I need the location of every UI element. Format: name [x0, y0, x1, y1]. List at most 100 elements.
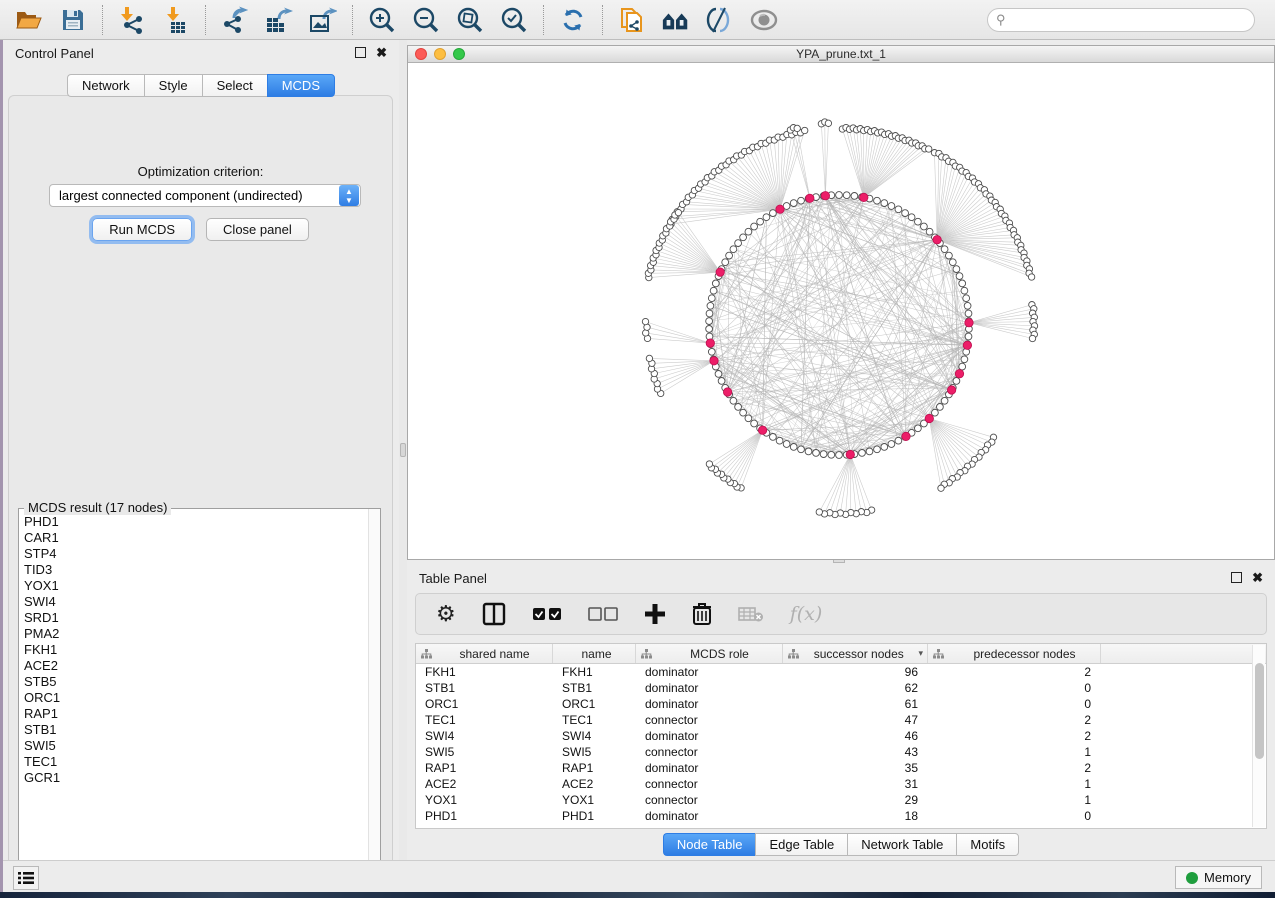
graph-node[interactable] [895, 206, 902, 213]
table-row[interactable]: ACE2ACE2connector311 [416, 776, 1266, 792]
tab-style[interactable]: Style [144, 74, 202, 97]
graph-node[interactable] [836, 192, 843, 199]
column-header-MCDS-role[interactable]: MCDS role [636, 644, 783, 663]
criterion-dropdown[interactable]: largest connected component (undirected)… [49, 184, 361, 207]
zoom-selected-icon[interactable] [499, 5, 529, 35]
table-row[interactable]: SWI5SWI5connector431 [416, 744, 1266, 760]
graph-node[interactable] [710, 287, 717, 294]
graph-node[interactable] [828, 451, 835, 458]
table-row[interactable]: SWI4SWI4dominator462 [416, 728, 1266, 744]
graph-node[interactable] [770, 210, 777, 217]
graph-node[interactable] [790, 444, 797, 451]
search-input[interactable] [987, 8, 1255, 32]
delete-column-icon[interactable] [692, 599, 712, 629]
add-column-icon[interactable] [644, 599, 666, 629]
table-row[interactable]: RAP1RAP1dominator352 [416, 760, 1266, 776]
graph-node[interactable] [802, 127, 808, 133]
mcds-result-item[interactable]: TID3 [24, 562, 367, 578]
graph-hub-node[interactable] [947, 386, 955, 394]
mcds-result-item[interactable]: YOX1 [24, 578, 367, 594]
table-row[interactable]: STB1STB1dominator620 [416, 680, 1266, 696]
graph-node[interactable] [921, 223, 928, 230]
graph-hub-node[interactable] [860, 193, 868, 201]
column-header-predecessor-nodes[interactable]: predecessor nodes [928, 644, 1101, 663]
graph-node[interactable] [740, 234, 747, 241]
graph-node[interactable] [745, 415, 752, 422]
tab-mcds[interactable]: MCDS [267, 74, 335, 97]
graph-node[interactable] [706, 318, 713, 325]
graph-node[interactable] [915, 218, 922, 225]
run-mcds-button[interactable]: Run MCDS [92, 218, 192, 241]
graph-hub-node[interactable] [758, 426, 766, 434]
table-scrollbar-thumb[interactable] [1255, 663, 1264, 759]
graph-node[interactable] [1028, 274, 1034, 280]
graph-hub-node[interactable] [846, 450, 854, 458]
graph-hub-node[interactable] [955, 370, 963, 378]
graph-hub-node[interactable] [723, 388, 731, 396]
graph-node[interactable] [646, 355, 652, 361]
toggle-birds-eye-icon[interactable] [749, 5, 779, 35]
graph-hub-node[interactable] [902, 432, 910, 440]
graph-node[interactable] [836, 452, 843, 459]
graph-node[interactable] [959, 280, 966, 287]
close-panel-icon[interactable]: ✖ [1252, 572, 1263, 583]
graph-node[interactable] [825, 120, 831, 126]
graph-node[interactable] [946, 252, 953, 259]
split-columns-icon[interactable] [482, 599, 506, 629]
tab-network-table[interactable]: Network Table [847, 833, 956, 856]
graph-node[interactable] [874, 197, 881, 204]
search-network-icon[interactable] [661, 5, 691, 35]
graph-hub-node[interactable] [821, 192, 829, 200]
graph-node[interactable] [851, 193, 858, 200]
graph-node[interactable] [763, 214, 770, 221]
graph-node[interactable] [708, 295, 715, 302]
task-history-button[interactable] [13, 866, 39, 890]
graph-hub-node[interactable] [716, 268, 724, 276]
graph-node[interactable] [770, 434, 777, 441]
mcds-list-scrollbar[interactable] [368, 509, 380, 878]
open-session-icon[interactable] [14, 5, 44, 35]
mcds-result-item[interactable]: PHD1 [24, 514, 367, 530]
table-row[interactable]: PHD1PHD1dominator180 [416, 808, 1266, 824]
toggle-graphics-details-icon[interactable] [705, 5, 735, 35]
export-network-icon[interactable] [220, 5, 250, 35]
close-panel-button[interactable]: Close panel [206, 218, 309, 241]
mcds-result-item[interactable]: CAR1 [24, 530, 367, 546]
vertical-splitter[interactable] [399, 40, 407, 860]
graph-node[interactable] [881, 200, 888, 207]
graph-node[interactable] [888, 203, 895, 210]
float-panel-icon[interactable] [1231, 572, 1242, 583]
select-all-checkboxes-icon[interactable] [532, 599, 562, 629]
deselect-all-checkboxes-icon[interactable] [588, 599, 618, 629]
network-graph[interactable] [408, 63, 1274, 560]
graph-node[interactable] [965, 333, 972, 340]
table-scrollbar[interactable] [1252, 645, 1265, 827]
graph-hub-node[interactable] [963, 341, 971, 349]
graph-node[interactable] [790, 200, 797, 207]
table-row[interactable]: ORC1ORC1dominator610 [416, 696, 1266, 712]
graph-node[interactable] [751, 420, 758, 427]
table-row[interactable]: YOX1YOX1connector291 [416, 792, 1266, 808]
mcds-result-item[interactable]: SRD1 [24, 610, 367, 626]
graph-node[interactable] [706, 461, 712, 467]
graph-node[interactable] [959, 363, 966, 370]
graph-node[interactable] [730, 397, 737, 404]
graph-node[interactable] [706, 326, 713, 333]
graph-node[interactable] [932, 409, 939, 416]
graph-node[interactable] [908, 214, 915, 221]
graph-node[interactable] [794, 125, 800, 131]
graph-node[interactable] [937, 404, 944, 411]
graph-node[interactable] [859, 450, 866, 457]
graph-node[interactable] [888, 441, 895, 448]
graph-hub-node[interactable] [706, 339, 714, 347]
float-panel-icon[interactable] [355, 47, 366, 58]
mcds-result-item[interactable]: STP4 [24, 546, 367, 562]
refresh-icon[interactable] [558, 5, 588, 35]
graph-node[interactable] [961, 356, 968, 363]
tab-edge-table[interactable]: Edge Table [755, 833, 847, 856]
graph-node[interactable] [961, 287, 968, 294]
mcds-result-item[interactable]: STB1 [24, 722, 367, 738]
graph-node[interactable] [965, 310, 972, 317]
clone-network-icon[interactable] [617, 5, 647, 35]
graph-node[interactable] [675, 209, 681, 215]
